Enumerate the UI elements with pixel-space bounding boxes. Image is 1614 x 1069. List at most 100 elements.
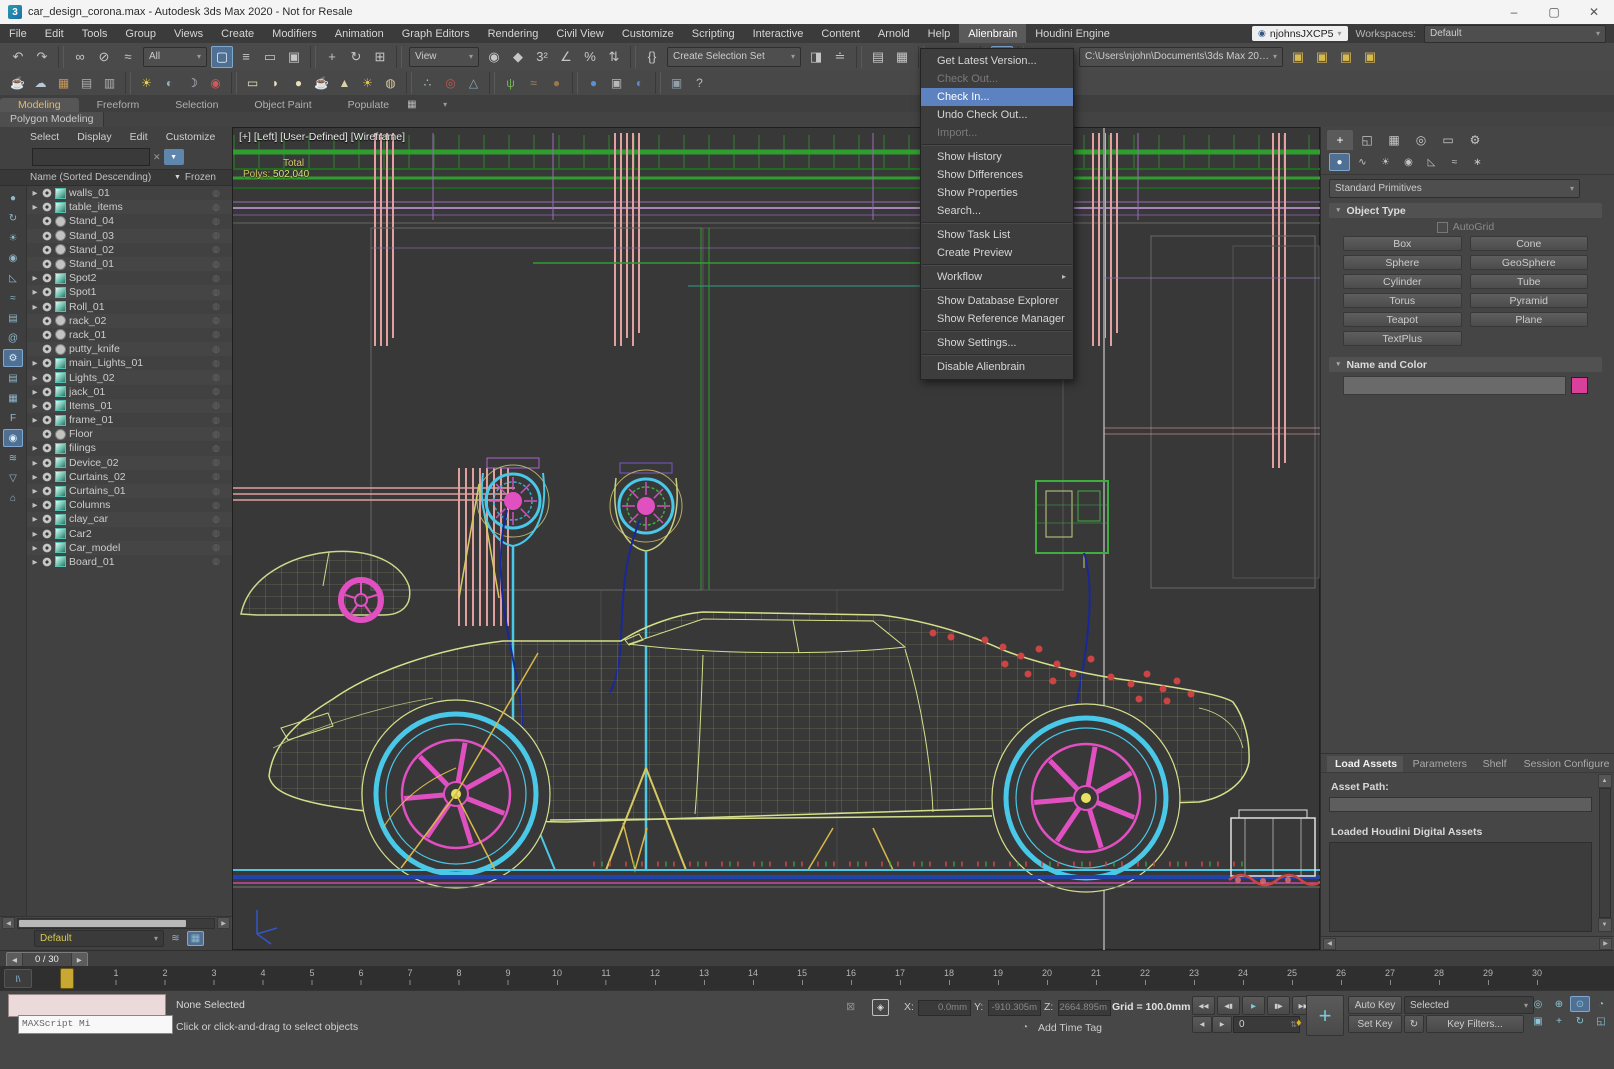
explorer-light-icon[interactable]: ☀ <box>3 229 23 247</box>
explorer-rotate-icon[interactable]: ↻ <box>3 209 23 227</box>
scatter-icon[interactable]: ∴ <box>417 73 438 93</box>
manipulate-icon[interactable]: ◆ <box>507 46 529 68</box>
helpers-icon[interactable]: ◺ <box>1421 153 1442 171</box>
utilities-tab[interactable]: ⚙ <box>1462 130 1488 150</box>
expand-icon[interactable]: ▶ <box>31 487 39 495</box>
boxes-icon[interactable]: ▣ <box>666 73 687 93</box>
expand-icon[interactable]: ▶ <box>31 473 39 481</box>
object-color-swatch[interactable] <box>1571 377 1588 394</box>
frame-back-icon[interactable]: ◀ <box>7 956 22 964</box>
menu-edit[interactable]: Edit <box>36 24 73 43</box>
frozen-toggle-icon[interactable]: ◍ <box>212 259 220 270</box>
visibility-eye-icon[interactable] <box>42 216 52 226</box>
expand-icon[interactable]: ▶ <box>31 558 39 566</box>
explorer-list-icon[interactable]: ▤ <box>3 369 23 387</box>
object-name[interactable]: Columns <box>69 499 110 511</box>
timeline-ruler[interactable]: I\ 0123456789101112131415161718192021222… <box>0 966 1614 991</box>
explorer-xref-icon[interactable]: @ <box>3 329 23 347</box>
list-icon[interactable]: ▤ <box>76 73 97 93</box>
object-name[interactable]: rack_02 <box>69 315 106 327</box>
ribbon-tab-populate[interactable]: Populate <box>330 98 407 112</box>
frozen-toggle-icon[interactable]: ◍ <box>212 471 220 482</box>
scene-row-filings[interactable]: ▶filings◍ <box>27 441 232 455</box>
select-by-name-icon[interactable]: ≡ <box>235 46 257 68</box>
object-name[interactable]: frame_01 <box>69 414 113 426</box>
visibility-eye-icon[interactable] <box>42 273 52 283</box>
expand-icon[interactable]: ▶ <box>31 416 39 424</box>
fov-icon[interactable]: ◔ <box>1591 996 1611 1012</box>
menu-item-workflow[interactable]: Workflow▸ <box>921 268 1073 286</box>
menu-item-show-settings[interactable]: Show Settings... <box>921 334 1073 352</box>
sphere-button[interactable]: Sphere <box>1343 255 1462 270</box>
maximize-button[interactable]: ▢ <box>1534 1 1574 24</box>
frozen-toggle-icon[interactable]: ◍ <box>212 386 220 397</box>
scene-row-stand-03[interactable]: Stand_03◍ <box>27 229 232 243</box>
current-frame-marker[interactable] <box>60 968 74 989</box>
teapot-button[interactable]: Teapot <box>1343 312 1462 327</box>
menu-item-check-in[interactable]: Check In... <box>921 88 1073 106</box>
menu-interactive[interactable]: Interactive <box>744 24 813 43</box>
angle-snap-icon[interactable]: ∠ <box>555 46 577 68</box>
frozen-toggle-icon[interactable]: ◍ <box>212 415 220 426</box>
menu-item-disable-alienbrain[interactable]: Disable Alienbrain <box>921 358 1073 376</box>
scene-row-clay-car[interactable]: ▶clay_car◍ <box>27 512 232 526</box>
motion-tab[interactable]: ◎ <box>1408 130 1434 150</box>
half-sphere-icon[interactable]: ◐ <box>629 73 650 93</box>
frozen-toggle-icon[interactable]: ◍ <box>212 344 220 355</box>
pyramid-button[interactable]: Pyramid <box>1470 293 1589 308</box>
frozen-toggle-icon[interactable]: ◍ <box>212 400 220 411</box>
frozen-toggle-icon[interactable]: ◍ <box>212 188 220 199</box>
go-start-button[interactable]: ◀◀ <box>1192 996 1215 1015</box>
plane-button[interactable]: Plane <box>1470 312 1589 327</box>
expand-icon[interactable]: ▶ <box>31 274 39 282</box>
play-button[interactable]: ▶ <box>1242 996 1265 1015</box>
orbit-icon[interactable]: ↻ <box>1570 1013 1590 1029</box>
object-name[interactable]: Car_model <box>69 542 120 554</box>
menu-alienbrain[interactable]: Alienbrain <box>959 24 1026 43</box>
z-coordinate-field[interactable]: 2664.895m <box>1058 1000 1111 1016</box>
menu-content[interactable]: Content <box>812 24 869 43</box>
expand-icon[interactable]: ▶ <box>31 303 39 311</box>
frozen-toggle-icon[interactable]: ◍ <box>212 329 220 340</box>
zoom-all-icon[interactable]: ⊕ <box>1549 996 1569 1012</box>
expand-icon[interactable]: ▶ <box>31 515 39 523</box>
expand-icon[interactable]: ▶ <box>31 189 39 197</box>
expand-icon[interactable]: ▶ <box>31 359 39 367</box>
current-frame-field[interactable]: 0 ⇅ <box>1233 1016 1300 1033</box>
cone-button[interactable]: Cone <box>1470 236 1589 251</box>
workspace-dropdown[interactable]: Default ▾ <box>1424 25 1606 43</box>
fur-icon[interactable]: ≈ <box>523 73 544 93</box>
object-name[interactable]: Curtains_02 <box>69 471 126 483</box>
ball-link-icon[interactable]: ◎ <box>440 73 461 93</box>
object-name[interactable]: Car2 <box>69 528 92 540</box>
teapot-blue-icon[interactable]: ☕ <box>7 73 28 93</box>
scene-row-floor[interactable]: Floor◍ <box>27 427 232 441</box>
filter-button[interactable]: ▼ <box>164 149 184 165</box>
menu-item-get-latest-version[interactable]: Get Latest Version... <box>921 52 1073 70</box>
scroll-left-icon[interactable]: ◀ <box>2 917 15 929</box>
explorer-helper-icon[interactable]: ◺ <box>3 269 23 287</box>
frame-forward-icon[interactable]: ▶ <box>72 956 87 964</box>
menu-customize[interactable]: Customize <box>613 24 683 43</box>
menu-item-show-properties[interactable]: Show Properties <box>921 184 1073 202</box>
shapes-icon[interactable]: ∿ <box>1352 153 1373 171</box>
object-name[interactable]: Stand_01 <box>69 258 114 270</box>
ribbon-tab-freeform[interactable]: Freeform <box>79 98 158 112</box>
ribbon-toggle-icon[interactable]: ▦ <box>891 46 913 68</box>
select-object-icon[interactable]: ▢ <box>211 46 233 68</box>
menu-item-create-preview[interactable]: Create Preview <box>921 244 1073 262</box>
explorer-hierarchy-mode-icon[interactable]: ▦ <box>187 931 204 946</box>
window-crossing-icon[interactable]: ▣ <box>283 46 305 68</box>
houdini-tab-load-assets[interactable]: Load Assets <box>1327 756 1403 772</box>
cameras-icon[interactable]: ◉ <box>1398 153 1419 171</box>
explorer-menu-select[interactable]: Select <box>22 130 67 144</box>
previous-frame-button[interactable]: ◀ <box>1192 1016 1212 1033</box>
ribbon-tab-modeling[interactable]: Modeling <box>0 98 79 112</box>
menu-item-show-differences[interactable]: Show Differences <box>921 166 1073 184</box>
menu-item-show-history[interactable]: Show History <box>921 148 1073 166</box>
y-coordinate-field[interactable]: -910.305m <box>988 1000 1041 1016</box>
pivot-center-icon[interactable]: ◉ <box>483 46 505 68</box>
scrollbar-thumb[interactable] <box>19 920 186 927</box>
tube-button[interactable]: Tube <box>1470 274 1589 289</box>
menu-help[interactable]: Help <box>919 24 960 43</box>
